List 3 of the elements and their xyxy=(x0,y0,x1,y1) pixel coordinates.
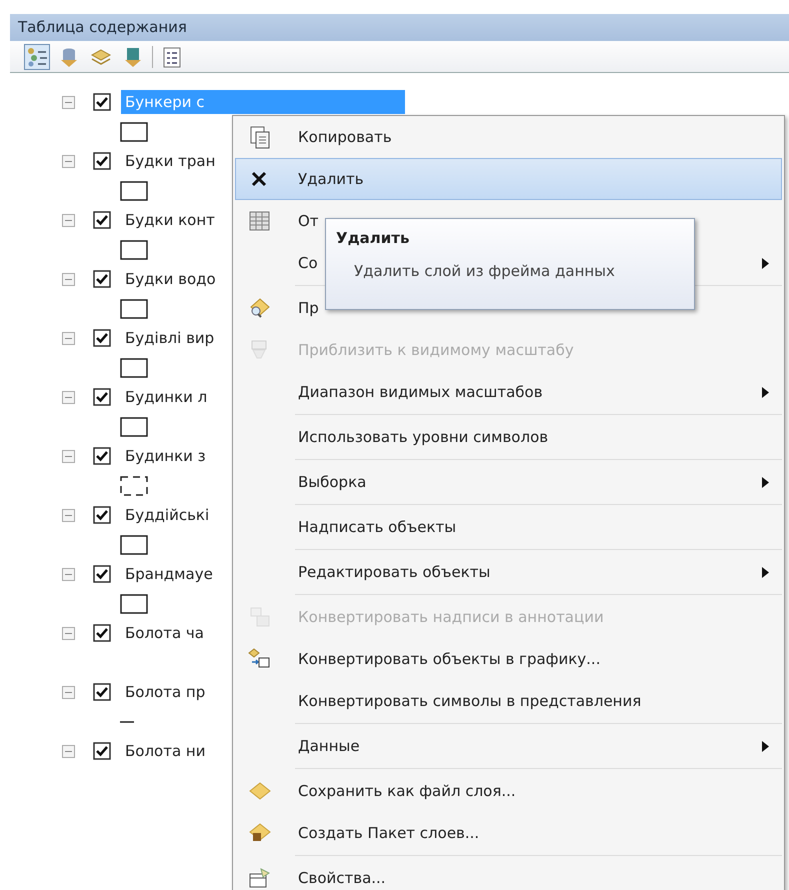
tooltip-title: Удалить xyxy=(336,228,410,249)
panel-title: Таблица содержания xyxy=(18,17,187,38)
tooltip-description: Удалить слой из фрейма данных xyxy=(354,260,616,282)
